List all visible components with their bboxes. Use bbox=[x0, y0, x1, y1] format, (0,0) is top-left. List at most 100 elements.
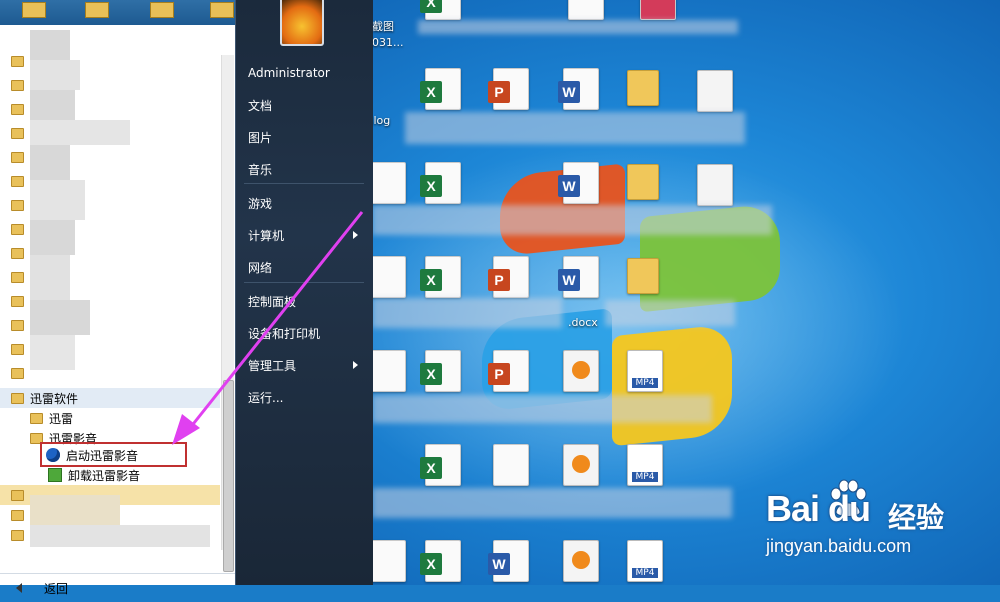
folder-shortcut-icon[interactable] bbox=[627, 258, 659, 294]
menu-item-devices-printers[interactable]: 设备和打印机 bbox=[248, 325, 320, 342]
excel-file-icon[interactable]: X bbox=[420, 0, 461, 20]
folder-shortcut-icon[interactable] bbox=[627, 164, 659, 200]
menu-separator bbox=[244, 282, 364, 283]
text-file-icon[interactable] bbox=[697, 164, 733, 206]
word-file-icon[interactable]: W bbox=[488, 540, 529, 582]
uninstall-xunlei-player-label: 卸载迅雷影音 bbox=[68, 468, 141, 483]
program-folder[interactable] bbox=[0, 147, 220, 167]
folder-icon bbox=[210, 2, 234, 18]
submenu-arrow-icon bbox=[353, 231, 358, 239]
back-button[interactable]: 返回 bbox=[0, 573, 235, 602]
folder-xunlei-software-label: 迅雷软件 bbox=[30, 391, 79, 406]
baidu-jingyan-text: 经验 bbox=[888, 501, 945, 534]
baidu-logo-text: Bai du bbox=[766, 488, 871, 529]
folder-icon bbox=[11, 489, 24, 501]
menu-item-run[interactable]: 运行... bbox=[248, 389, 283, 406]
blurred-label bbox=[372, 488, 732, 518]
excel-file-icon[interactable]: X bbox=[420, 256, 461, 298]
powerpoint-file-icon[interactable]: P bbox=[488, 256, 529, 298]
media-file-icon[interactable] bbox=[563, 444, 599, 486]
program-folder[interactable] bbox=[0, 219, 220, 239]
folder-icon bbox=[22, 2, 46, 18]
media-file-icon[interactable] bbox=[563, 540, 599, 582]
folder-icon bbox=[30, 412, 43, 424]
excel-file-icon[interactable]: X bbox=[420, 444, 461, 486]
program-folder[interactable] bbox=[0, 171, 220, 191]
baidu-url: jingyan.baidu.com bbox=[766, 536, 912, 556]
user-avatar[interactable] bbox=[280, 0, 324, 46]
log-file-label: .log bbox=[370, 114, 391, 127]
file-icon[interactable] bbox=[370, 350, 406, 392]
folder-icon bbox=[85, 2, 109, 18]
program-folder[interactable] bbox=[0, 195, 220, 215]
visio-file-icon[interactable] bbox=[493, 444, 529, 486]
menu-separator bbox=[244, 183, 364, 184]
folder-xunlei-software[interactable]: 迅雷软件 bbox=[0, 388, 220, 408]
program-folder[interactable] bbox=[0, 123, 220, 143]
menu-item-admin-tools[interactable]: 管理工具 bbox=[248, 357, 296, 374]
program-folder[interactable] bbox=[0, 99, 220, 119]
programs-scrollbar[interactable] bbox=[221, 55, 234, 572]
blurred-item bbox=[30, 525, 210, 547]
word-file-icon[interactable]: W bbox=[558, 162, 599, 204]
file-icon[interactable] bbox=[370, 256, 406, 298]
folder-xunlei[interactable]: 迅雷 bbox=[0, 408, 220, 428]
folder-icon bbox=[150, 2, 174, 18]
excel-file-icon[interactable]: X bbox=[420, 68, 461, 110]
taskbar-top-strip bbox=[0, 0, 235, 25]
back-label: 返回 bbox=[44, 581, 69, 596]
media-file-icon[interactable] bbox=[563, 350, 599, 392]
blurred-item bbox=[30, 495, 120, 525]
baidu-watermark: Bai du 经验 jingyan.baidu.com bbox=[766, 478, 988, 568]
video-file-icon[interactable]: MP4 bbox=[627, 444, 663, 486]
document-file-icon[interactable] bbox=[568, 0, 604, 20]
excel-file-icon[interactable]: X bbox=[420, 162, 461, 204]
programs-panel: 迅雷软件 迅雷 迅雷影音 启动迅雷影音 卸载迅雷影音 返回 bbox=[0, 25, 236, 596]
excel-file-icon[interactable]: X bbox=[420, 540, 461, 582]
video-file-icon[interactable]: MP4 bbox=[627, 350, 663, 392]
excel-file-icon[interactable]: X bbox=[420, 350, 461, 392]
screenshot-file-label: 截图 bbox=[372, 20, 394, 33]
program-folder[interactable] bbox=[0, 243, 220, 263]
powerpoint-file-icon[interactable]: P bbox=[488, 350, 529, 392]
word-file-icon[interactable]: W bbox=[558, 68, 599, 110]
docx-file-label: .docx bbox=[568, 316, 598, 329]
calendar-file-icon[interactable] bbox=[640, 0, 676, 20]
blurred-label bbox=[372, 298, 562, 328]
program-folder[interactable] bbox=[0, 267, 220, 287]
word-file-icon[interactable]: W bbox=[558, 256, 599, 298]
screenshot-file-sublabel: 031... bbox=[372, 36, 404, 49]
submenu-arrow-icon bbox=[353, 361, 358, 369]
menu-item-games[interactable]: 游戏 bbox=[248, 195, 272, 212]
blurred-label bbox=[405, 112, 745, 144]
program-folder[interactable] bbox=[0, 363, 220, 383]
highlight-box bbox=[40, 442, 187, 467]
program-folder[interactable] bbox=[0, 339, 220, 359]
program-folder[interactable] bbox=[0, 75, 220, 95]
folder-shortcut-icon[interactable] bbox=[627, 70, 659, 106]
folder-icon bbox=[11, 392, 24, 404]
menu-item-computer[interactable]: 计算机 bbox=[248, 227, 284, 244]
menu-item-documents[interactable]: 文档 bbox=[248, 97, 272, 114]
blurred-label bbox=[372, 395, 712, 423]
menu-item-pictures[interactable]: 图片 bbox=[248, 129, 272, 146]
video-file-icon[interactable]: MP4 bbox=[627, 540, 663, 582]
user-name[interactable]: Administrator bbox=[248, 66, 330, 80]
uninstall-icon bbox=[48, 468, 62, 482]
file-icon[interactable] bbox=[370, 162, 406, 204]
blurred-label bbox=[372, 205, 772, 235]
menu-item-network[interactable]: 网络 bbox=[248, 259, 272, 276]
blurred-label bbox=[418, 20, 738, 34]
blurred-label bbox=[605, 300, 735, 326]
uninstall-xunlei-player[interactable]: 卸载迅雷影音 bbox=[0, 465, 220, 485]
menu-item-control-panel[interactable]: 控制面板 bbox=[248, 293, 296, 310]
program-folder[interactable] bbox=[0, 291, 220, 311]
scrollbar-thumb[interactable] bbox=[223, 380, 234, 572]
folder-xunlei-label: 迅雷 bbox=[49, 411, 74, 426]
powerpoint-file-icon[interactable]: P bbox=[488, 68, 529, 110]
program-folder[interactable] bbox=[0, 315, 220, 335]
file-icon[interactable] bbox=[370, 540, 406, 582]
menu-item-music[interactable]: 音乐 bbox=[248, 161, 272, 178]
text-file-icon[interactable] bbox=[697, 70, 733, 112]
program-folder[interactable] bbox=[0, 51, 220, 71]
